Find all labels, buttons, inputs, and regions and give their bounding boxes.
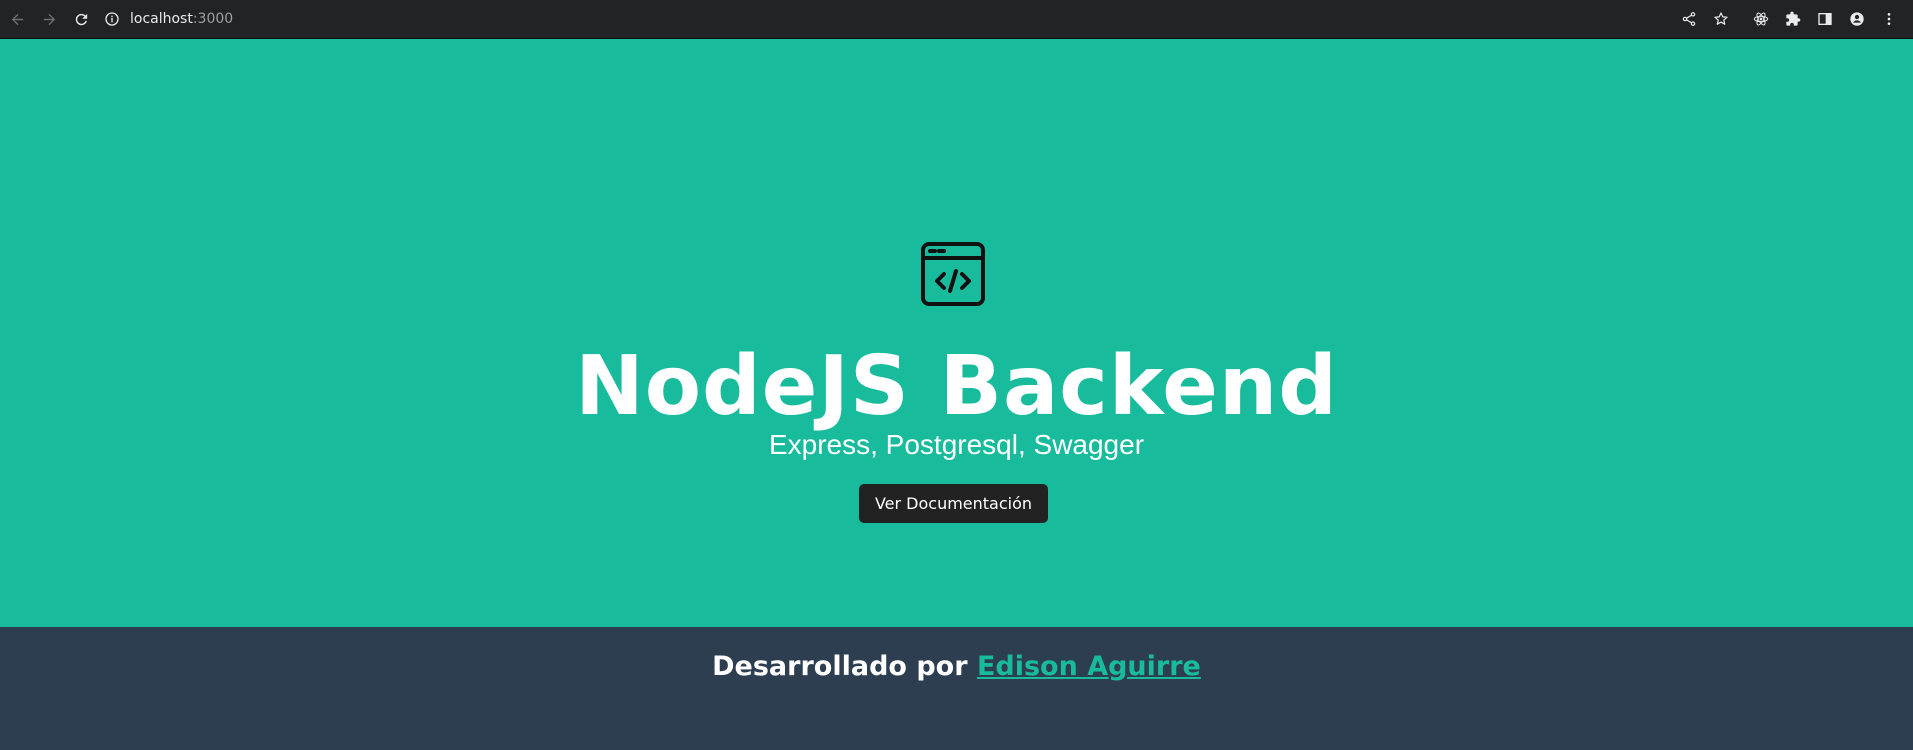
bookmark-button[interactable]	[1705, 8, 1737, 30]
view-documentation-button[interactable]: Ver Documentación	[859, 484, 1048, 523]
url-host: localhost	[130, 11, 193, 27]
extensions-icon	[1786, 11, 1801, 26]
share-button[interactable]	[1673, 8, 1705, 30]
forward-button[interactable]	[38, 8, 60, 30]
author-link[interactable]: Edison Aguirre	[977, 651, 1201, 682]
sidepanel-button[interactable]	[1809, 8, 1841, 30]
react-devtools-button[interactable]	[1745, 8, 1777, 30]
sidepanel-icon	[1818, 13, 1832, 25]
menu-button[interactable]	[1873, 8, 1905, 30]
react-devtools-icon	[1753, 12, 1769, 26]
footer-prefix: Desarrollado por	[712, 651, 977, 682]
address-bar[interactable]: localhost:3000	[104, 6, 1664, 32]
hero-section: NodeJS Backend Express, Postgresql, Swag…	[0, 39, 1913, 627]
toolbar-actions	[1673, 8, 1905, 30]
extensions-button[interactable]	[1777, 8, 1809, 30]
footer: Desarrollado por Edison Aguirre	[0, 627, 1913, 750]
page-subtitle: Express, Postgresql, Swagger	[768, 429, 1145, 460]
back-icon	[11, 13, 23, 25]
profile-icon	[1850, 12, 1864, 26]
share-icon	[1682, 12, 1696, 26]
star-icon	[1714, 12, 1728, 25]
menu-icon	[1887, 13, 1891, 25]
info-icon[interactable]	[104, 11, 120, 27]
code-window-icon	[921, 242, 985, 306]
page-title: NodeJS Backend	[575, 339, 1338, 434]
back-button[interactable]	[6, 8, 28, 30]
url-port: :3000	[192, 11, 234, 27]
forward-icon	[43, 13, 55, 25]
reload-icon	[75, 13, 87, 25]
footer-credit: Desarrollado por Edison Aguirre	[0, 651, 1913, 682]
browser-toolbar: localhost:3000	[0, 0, 1913, 39]
profile-button[interactable]	[1841, 8, 1873, 30]
reload-button[interactable]	[70, 8, 92, 30]
